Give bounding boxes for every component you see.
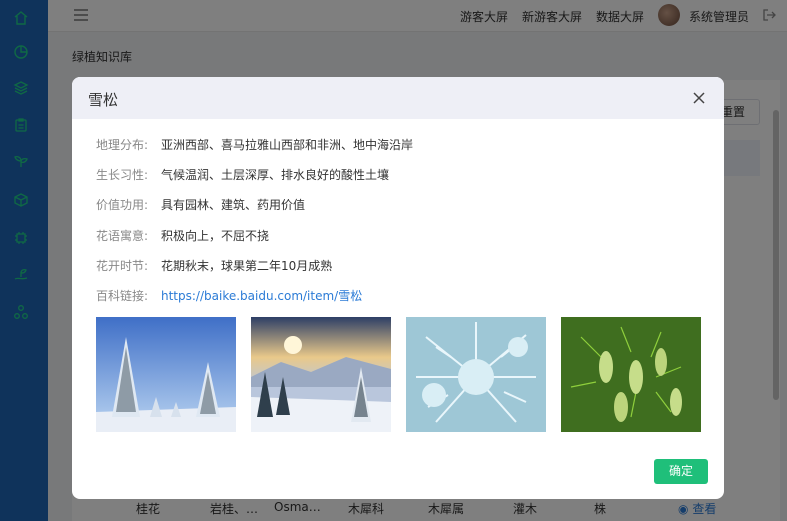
plant-photo-1[interactable] <box>96 317 236 432</box>
field-value: 花期秋末，球果第二年10月成熟 <box>161 259 333 273</box>
field-value: 亚洲西部、喜马拉雅山西部和非洲、地中海沿岸 <box>161 138 414 152</box>
plant-photo-3[interactable] <box>406 317 546 432</box>
field-label: 地理分布: <box>96 138 149 152</box>
dialog-header: 雪松 <box>72 77 724 119</box>
wiki-link[interactable]: https://baike.baidu.com/item/雪松 <box>161 289 362 303</box>
close-icon[interactable] <box>691 90 707 106</box>
field-value-use: 价值功用: 具有园林、建筑、药用价值 <box>96 196 305 213</box>
field-flower-language: 花语寓意: 积极向上，不屈不挠 <box>96 227 269 244</box>
field-label: 价值功用: <box>96 198 149 212</box>
field-label: 百科链接: <box>96 289 149 303</box>
field-habit: 生长习性: 气候温润、土层深厚、排水良好的酸性土壤 <box>96 166 389 183</box>
field-wiki-link: 百科链接: https://baike.baidu.com/item/雪松 <box>96 287 362 304</box>
field-value: 具有园林、建筑、药用价值 <box>161 198 306 212</box>
confirm-button[interactable]: 确定 <box>654 459 708 484</box>
field-label: 花开时节: <box>96 259 149 273</box>
dialog-title: 雪松 <box>88 91 119 109</box>
plant-detail-dialog: 雪松 地理分布: 亚洲西部、喜马拉雅山西部和非洲、地中海沿岸 生长习性: 气候温润、… <box>72 77 724 499</box>
field-label: 花语寓意: <box>96 229 149 243</box>
field-distribution: 地理分布: 亚洲西部、喜马拉雅山西部和非洲、地中海沿岸 <box>96 136 413 153</box>
field-bloom-season: 花开时节: 花期秋末，球果第二年10月成熟 <box>96 257 332 274</box>
field-label: 生长习性: <box>96 168 149 182</box>
plant-photo-2[interactable] <box>251 317 391 432</box>
field-value: 积极向上，不屈不挠 <box>161 229 270 243</box>
field-value: 气候温润、土层深厚、排水良好的酸性土壤 <box>161 168 390 182</box>
plant-photo-4[interactable] <box>561 317 701 432</box>
